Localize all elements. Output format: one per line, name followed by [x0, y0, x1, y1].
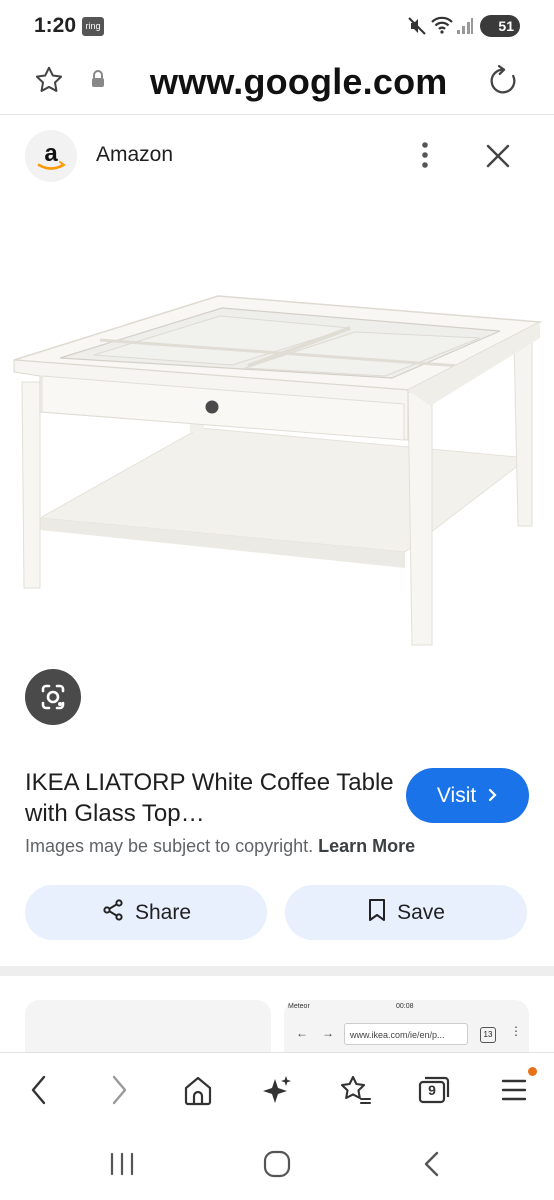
copyright-notice: Images may be subject to copyright. Lear… [25, 836, 415, 857]
lens-search-button[interactable] [25, 669, 81, 725]
save-button[interactable]: Save [285, 885, 527, 940]
bookmark-icon [367, 898, 387, 928]
home-icon[interactable] [182, 1073, 214, 1112]
svg-text:a: a [44, 140, 58, 167]
visit-label: Visit [436, 784, 477, 807]
preview-back-icon: ← [296, 1026, 308, 1040]
ai-sparkle-icon[interactable] [260, 1073, 294, 1112]
back-icon[interactable] [28, 1073, 50, 1112]
wifi-icon [430, 15, 454, 40]
signal-icon [456, 16, 474, 41]
reload-icon[interactable] [487, 64, 521, 103]
share-button[interactable]: Share [25, 885, 267, 940]
share-label: Share [134, 900, 192, 924]
mute-icon [408, 16, 426, 41]
product-title[interactable]: IKEA LIATORP White Coffee Table with Gla… [25, 767, 395, 829]
source-name[interactable]: Amazon [96, 143, 173, 167]
copyright-text: Images may be subject to copyright. [25, 836, 314, 856]
tab-count: 9 [428, 1082, 436, 1098]
product-image[interactable] [0, 200, 554, 660]
ring-app-badge: ring [82, 17, 104, 36]
status-time: 1:20 [34, 14, 77, 37]
system-back-icon[interactable] [420, 1149, 444, 1184]
lock-icon[interactable] [90, 69, 106, 94]
status-bar: 1:20 ring 51 [0, 0, 554, 52]
bookmark-star-icon[interactable] [33, 64, 65, 101]
preview-status: Meteor [288, 1003, 310, 1010]
more-vertical-icon[interactable] [414, 139, 436, 176]
battery-indicator: 51 [480, 15, 520, 37]
forward-icon[interactable] [108, 1073, 130, 1112]
url-address[interactable]: www.google.com [150, 61, 447, 103]
system-home-icon[interactable] [262, 1149, 292, 1184]
google-lens-icon [41, 684, 65, 710]
preview-forward-icon: → [322, 1026, 334, 1040]
menu-icon[interactable] [500, 1073, 528, 1112]
section-divider [0, 966, 554, 976]
close-icon[interactable] [484, 142, 512, 175]
save-label: Save [397, 900, 445, 924]
preview-tabs-count: 13 [480, 1027, 496, 1043]
amazon-logo[interactable]: a [25, 130, 77, 182]
menu-notification-dot [528, 1067, 537, 1076]
bookmarks-icon[interactable] [337, 1073, 373, 1112]
url-bar: www.google.com [0, 52, 554, 115]
preview-time: 00:08 [396, 1003, 414, 1010]
learn-more-link[interactable]: Learn More [318, 836, 415, 856]
visit-button[interactable]: Visit [406, 768, 529, 823]
preview-more-icon: ⋮ [510, 1024, 522, 1038]
battery-level: 51 [498, 18, 514, 34]
recent-apps-icon[interactable] [108, 1150, 136, 1183]
system-nav-bar [0, 1128, 554, 1200]
chevron-right-icon [488, 768, 498, 823]
share-icon [101, 898, 125, 928]
preview-url: www.ikea.com/ie/en/p... [344, 1023, 468, 1045]
browser-toolbar: 9 [0, 1052, 554, 1129]
tabs-icon[interactable]: 9 [417, 1073, 451, 1112]
